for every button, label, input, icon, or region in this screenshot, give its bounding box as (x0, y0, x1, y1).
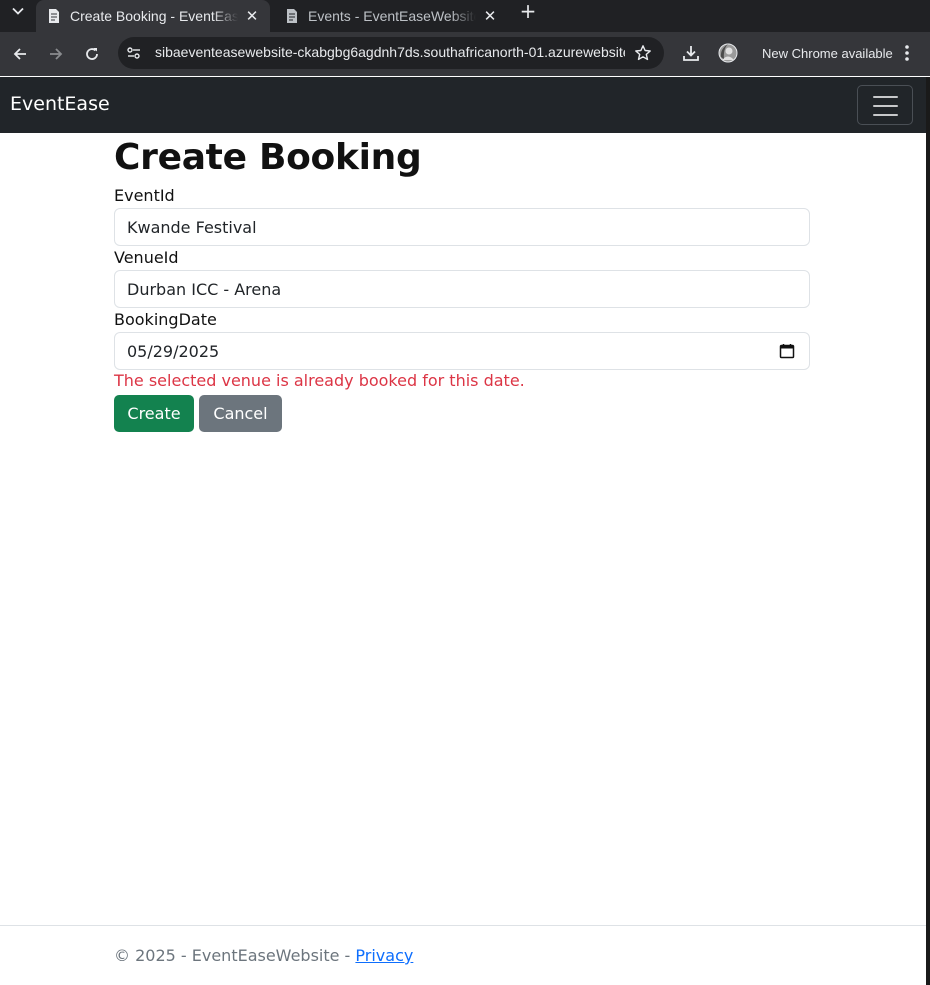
tab-title: Create Booking - EventEaseWebsite (70, 8, 238, 24)
hamburger-icon (873, 96, 898, 98)
booking-date-value: 05/29/2025 (127, 341, 220, 361)
venue-select[interactable]: Durban ICC - Arena (114, 270, 810, 308)
validation-error: The selected venue is already booked for… (114, 371, 525, 390)
booking-date-input[interactable]: 05/29/2025 (114, 332, 810, 370)
profile-icon[interactable] (717, 42, 739, 64)
booking-date-label: BookingDate (114, 310, 217, 329)
back-icon[interactable] (6, 40, 34, 68)
download-icon[interactable] (680, 42, 702, 64)
brand-link[interactable]: EventEase (10, 93, 110, 115)
close-icon[interactable]: ✕ (244, 8, 260, 25)
tab-strip: Create Booking - EventEaseWebsite ✕ Even… (0, 0, 930, 32)
event-select[interactable]: Kwande Festival (114, 208, 810, 246)
hamburger-icon (873, 105, 898, 107)
site-navbar: EventEase (0, 77, 926, 133)
favicon-icon (49, 9, 59, 23)
tab-create-booking[interactable]: Create Booking - EventEaseWebsite ✕ (36, 0, 270, 32)
more-icon[interactable] (904, 43, 910, 63)
tab-events[interactable]: Events - EventEaseWebsite ✕ (274, 0, 508, 32)
privacy-link[interactable]: Privacy (355, 946, 413, 965)
favicon-icon (287, 9, 297, 23)
hamburger-icon (873, 114, 898, 116)
copyright-text: © 2025 - EventEaseWebsite - (114, 946, 356, 965)
tab-list-icon[interactable] (4, 0, 32, 22)
create-button[interactable]: Create (114, 395, 194, 432)
url-text[interactable]: sibaeventeasewebsite-ckabgbg6agdnh7ds.so… (155, 44, 625, 60)
reload-icon[interactable] (78, 40, 106, 68)
navbar-toggler-button[interactable] (857, 85, 913, 125)
tab-title: Events - EventEaseWebsite (308, 8, 476, 24)
cancel-button[interactable]: Cancel (199, 395, 282, 432)
site-info-icon[interactable] (126, 45, 142, 61)
event-label: EventId (114, 186, 175, 205)
browser-window: Create Booking - EventEaseWebsite ✕ Even… (0, 0, 930, 985)
site-footer: © 2025 - EventEaseWebsite - Privacy (0, 925, 926, 985)
event-value: Kwande Festival (127, 217, 257, 237)
address-bar[interactable]: sibaeventeasewebsite-ckabgbg6agdnh7ds.so… (118, 37, 664, 69)
new-tab-icon[interactable]: + (516, 0, 540, 23)
page-title: Create Booking (114, 137, 422, 178)
star-icon[interactable] (634, 44, 652, 62)
window-edge (926, 77, 930, 985)
footer-text: © 2025 - EventEaseWebsite - Privacy (114, 946, 413, 965)
venue-value: Durban ICC - Arena (127, 279, 282, 299)
venue-label: VenueId (114, 248, 179, 267)
page-viewport: EventEase Create Booking EventId Kwande … (0, 77, 926, 985)
forward-icon[interactable] (42, 40, 70, 68)
update-label: New Chrome available (762, 45, 893, 61)
calendar-icon[interactable] (779, 343, 795, 359)
chrome-update-button[interactable]: New Chrome available (754, 37, 920, 69)
close-icon[interactable]: ✕ (482, 8, 498, 25)
